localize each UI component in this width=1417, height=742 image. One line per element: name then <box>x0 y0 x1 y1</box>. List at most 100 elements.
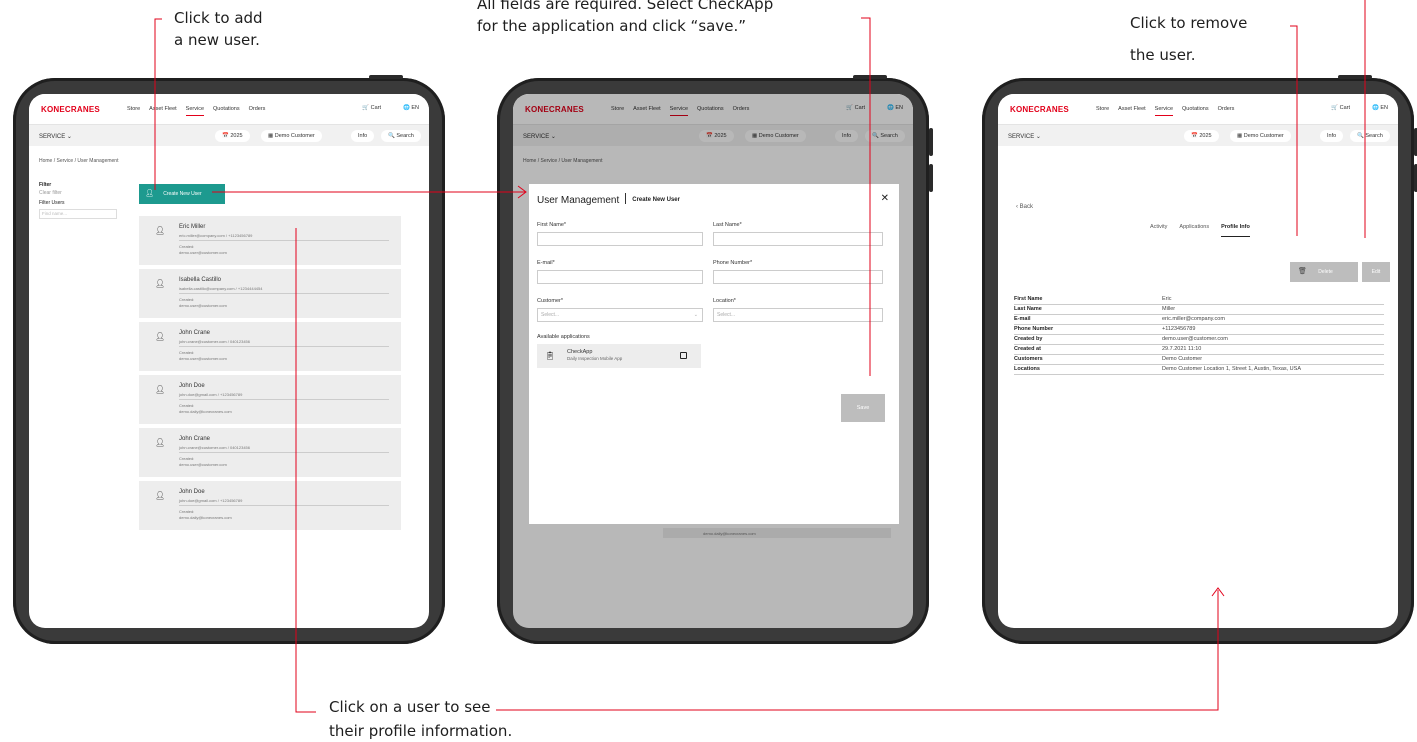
save-button[interactable]: Save <box>841 394 885 422</box>
year-selector[interactable]: 📅 2025 <box>1184 130 1219 142</box>
nav-store[interactable]: Store <box>1096 106 1109 116</box>
add-user-icon: 👤︎ <box>145 190 154 197</box>
logo: KONECRANES <box>41 105 100 114</box>
clipboard-icon: 📋︎ <box>545 351 556 360</box>
nav-quotations[interactable]: Quotations <box>213 106 240 116</box>
email-input[interactable] <box>537 270 703 284</box>
location-select[interactable]: Select... <box>713 308 883 322</box>
user-icon: 👤︎ <box>155 226 166 235</box>
user-name: Eric Miller <box>179 224 206 230</box>
email-label: E-mail* <box>537 260 555 266</box>
phone-label: Phone Number* <box>713 260 753 266</box>
user-icon: 👤︎ <box>155 279 166 288</box>
cart-button[interactable]: 🛒 Cart <box>362 105 381 111</box>
main-nav: Store Asset Fleet Service Quotations Ord… <box>127 106 265 116</box>
table-row: Customers Demo Customer <box>1014 354 1384 365</box>
service-menu[interactable]: SERVICE ⌄ <box>1008 133 1041 140</box>
nav-service[interactable]: Service <box>1154 106 1174 116</box>
edit-button[interactable]: Edit <box>1362 262 1390 282</box>
callout-remove-user: Click to remove the user. <box>1130 14 1248 64</box>
close-icon[interactable]: ✕ <box>881 193 889 204</box>
nav-asset-fleet[interactable]: Asset Fleet <box>1118 106 1146 116</box>
nav-store[interactable]: Store <box>127 106 140 116</box>
delete-button[interactable]: 🗑︎ Delete <box>1290 262 1358 282</box>
trash-icon: 🗑︎ <box>1298 268 1307 275</box>
clear-filter-link[interactable]: Clear filter <box>39 190 117 196</box>
user-list: 👤︎ Eric Miller eric.miller@company.com /… <box>139 216 401 534</box>
create-new-user-button[interactable]: 👤︎ Create New User <box>139 184 225 204</box>
tab-activity[interactable]: Activity <box>1150 224 1167 237</box>
callout-add-user: Click to add a new user. <box>174 9 263 49</box>
table-row: E-mail eric.miller@company.com <box>1014 314 1384 325</box>
tab-applications[interactable]: Applications <box>1179 224 1209 237</box>
user-created-label: Created: <box>179 244 195 249</box>
modal-title: User Management Create New User <box>537 193 680 206</box>
tab-profile-info[interactable]: Profile Info <box>1221 224 1250 237</box>
user-card[interactable]: 👤︎ John Doe john.doe@gmail.com / +123456… <box>139 375 401 424</box>
tablet-create-user: KONECRANES Store Asset Fleet Service Quo… <box>497 75 933 644</box>
user-name: John Crane <box>179 436 211 442</box>
last-name-input[interactable] <box>713 232 883 246</box>
tablet-side-button <box>929 128 933 156</box>
user-created-by: demo.user@customer.com <box>179 250 227 255</box>
location-label: Location* <box>713 298 736 304</box>
table-row: Created at 29.7.2021 11:10 <box>1014 344 1384 355</box>
sub-bar: SERVICE ⌄ 📅 2025 ▦ Demo Customer Info 🔍 … <box>29 124 429 146</box>
tablet-button <box>853 75 887 79</box>
available-apps-label: Available applications <box>537 334 590 340</box>
top-bar: KONECRANES Store Asset Fleet Service Quo… <box>29 94 429 124</box>
user-card[interactable]: 👤︎ John Doe john.doe@gmail.com / +123456… <box>139 481 401 530</box>
user-card[interactable]: 👤︎ John Crane john.crane@customer.com / … <box>139 322 401 371</box>
table-row: Created by demo.user@customer.com <box>1014 334 1384 345</box>
screen-user-list: KONECRANES Store Asset Fleet Service Quo… <box>29 94 429 628</box>
back-link[interactable]: ‹ Back <box>1016 204 1033 210</box>
user-created-by: demo.daily@konecranes.com <box>179 515 232 520</box>
modal-subtitle: Create New User <box>632 197 680 203</box>
user-name: John Crane <box>179 330 211 336</box>
user-card[interactable]: 👤︎ Eric Miller eric.miller@company.com /… <box>139 216 401 265</box>
user-created-by: demo.user@customer.com <box>179 356 227 361</box>
tablet-profile-info: KONECRANES Store Asset Fleet Service Quo… <box>982 75 1417 644</box>
year-selector[interactable]: 📅 2025 <box>215 130 250 142</box>
user-created-label: Created: <box>179 403 195 408</box>
filter-users-label: Filter Users <box>39 200 65 206</box>
customer-select[interactable]: Select... ⌄ <box>537 308 703 322</box>
filter-users-input[interactable]: Find name... <box>39 209 117 219</box>
first-name-input[interactable] <box>537 232 703 246</box>
user-created-label: Created: <box>179 509 195 514</box>
app-checkbox[interactable] <box>680 352 687 359</box>
nav-asset-fleet[interactable]: Asset Fleet <box>149 106 177 116</box>
user-contact: john.doe@gmail.com / +123456789 <box>179 498 243 503</box>
app-option-checkapp[interactable]: 📋︎ CheckApp Daily Inspection Mobile App <box>537 344 701 368</box>
user-card[interactable]: 👤︎ Isabella Castillo isabella.castillo@c… <box>139 269 401 318</box>
profile-tabs: Activity Applications Profile Info <box>1150 224 1250 237</box>
language-button[interactable]: 🌐 EN <box>1372 105 1388 111</box>
user-icon: 👤︎ <box>155 438 166 447</box>
table-row: First Name Eric <box>1014 294 1384 305</box>
customer-selector[interactable]: ▦ Demo Customer <box>1230 130 1291 142</box>
table-row: Last Name Miller <box>1014 304 1384 315</box>
user-card[interactable]: 👤︎ John Crane john.crane@customer.com / … <box>139 428 401 477</box>
nav-quotations[interactable]: Quotations <box>1182 106 1209 116</box>
service-menu[interactable]: SERVICE ⌄ <box>39 133 72 140</box>
user-contact: john.crane@customer.com / 040123456 <box>179 339 250 344</box>
info-button[interactable]: Info <box>1320 130 1344 142</box>
user-contact: eric.miller@company.com / +1123456789 <box>179 233 253 238</box>
nav-orders[interactable]: Orders <box>1218 106 1235 116</box>
first-name-label: First Name* <box>537 222 567 228</box>
customer-selector[interactable]: ▦ Demo Customer <box>261 130 322 142</box>
top-bar: KONECRANES Store Asset Fleet Service Quo… <box>998 94 1398 124</box>
nav-service[interactable]: Service <box>185 106 205 116</box>
table-row: Locations Demo Customer Location 1, Stree… <box>1014 364 1384 375</box>
callout-required-fields: All fields are required. Select CheckApp… <box>477 0 774 35</box>
phone-input[interactable] <box>713 270 883 284</box>
tablet-button <box>1338 75 1372 79</box>
tablet-side-button <box>929 164 933 192</box>
nav-orders[interactable]: Orders <box>249 106 266 116</box>
info-button[interactable]: Info <box>351 130 375 142</box>
cart-button[interactable]: 🛒 Cart <box>1331 105 1350 111</box>
language-button[interactable]: 🌐 EN <box>403 105 419 111</box>
tablet-user-list: KONECRANES Store Asset Fleet Service Quo… <box>13 75 445 644</box>
search-button[interactable]: 🔍 Search <box>381 130 421 142</box>
search-button[interactable]: 🔍 Search <box>1350 130 1390 142</box>
